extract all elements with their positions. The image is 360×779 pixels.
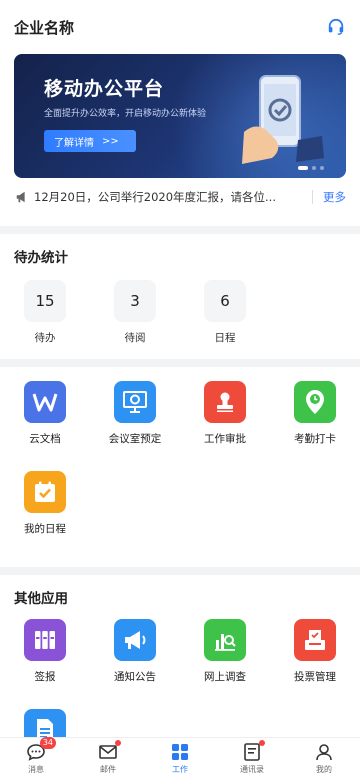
chat-bubble-icon: 34 bbox=[26, 737, 56, 762]
contacts-book-icon bbox=[242, 740, 265, 762]
app-label: 我的日程 bbox=[24, 523, 66, 535]
app-label: 工作审批 bbox=[204, 433, 246, 445]
user-icon bbox=[314, 742, 334, 762]
mail-unread-dot bbox=[115, 740, 121, 746]
app-label: 会议室预定 bbox=[108, 433, 162, 445]
location-clock-icon bbox=[294, 381, 336, 423]
megaphone-icon bbox=[14, 189, 30, 205]
pending-stats: 15 待办 3 待阅 6 日程 bbox=[0, 270, 360, 359]
top-section: 企业名称 移动办公平台 全面提升办公效率，开启移动办公新体验 了解详情 >> 1… bbox=[0, 0, 360, 226]
app-label: 签报 bbox=[34, 671, 56, 683]
tab-work[interactable]: 工作 bbox=[144, 738, 216, 779]
page-title: 企业名称 bbox=[14, 18, 75, 37]
mail-icon bbox=[98, 740, 121, 762]
work-page: 企业名称 移动办公平台 全面提升办公效率，开启移动办公新体验 了解详情 >> 1… bbox=[0, 0, 360, 779]
app-approval[interactable]: 工作审批 bbox=[180, 381, 270, 471]
ballot-box-icon bbox=[294, 619, 336, 661]
survey-icon bbox=[204, 619, 246, 661]
app-survey[interactable]: 网上调查 bbox=[180, 619, 270, 709]
page-dot[interactable] bbox=[312, 166, 316, 170]
app-label: 云文档 bbox=[29, 433, 61, 445]
banner-title: 移动办公平台 bbox=[44, 78, 165, 100]
app-label: 考勤打卡 bbox=[294, 433, 336, 445]
megaphone-icon bbox=[114, 619, 156, 661]
banner-subtitle: 全面提升办公效率，开启移动办公新体验 bbox=[44, 109, 207, 119]
learn-more-button[interactable]: 了解详情 >> bbox=[44, 130, 136, 152]
app-attendance[interactable]: 考勤打卡 bbox=[270, 381, 360, 471]
app-my-schedule[interactable]: 我的日程 bbox=[0, 471, 90, 561]
tab-label: 通讯录 bbox=[240, 765, 264, 774]
notice-bar[interactable]: 12月20日，公司举行2020年度汇报，请各位... 更多 bbox=[14, 180, 346, 214]
wps-doc-icon bbox=[24, 381, 66, 423]
message-badge: 34 bbox=[39, 737, 56, 749]
app-label: 投票管理 bbox=[294, 671, 336, 683]
app-cloud-doc[interactable]: 云文档 bbox=[0, 381, 90, 471]
app-label: 网上调查 bbox=[204, 671, 246, 683]
stat-todo-label: 待办 bbox=[34, 332, 56, 344]
page-dot-active[interactable] bbox=[298, 166, 308, 170]
tab-messages[interactable]: 34 消息 bbox=[0, 737, 72, 779]
tab-contacts[interactable]: 通讯录 bbox=[216, 738, 288, 779]
banner-pagination bbox=[298, 166, 324, 170]
page-dot[interactable] bbox=[320, 166, 324, 170]
notice-divider bbox=[312, 190, 313, 204]
approval-stamp-icon bbox=[204, 381, 246, 423]
pending-title: 待办统计 bbox=[14, 250, 68, 266]
tab-label: 我的 bbox=[316, 765, 332, 774]
bottom-tab-bar: 34 消息 邮件 工作 通讯录 我的 bbox=[0, 737, 360, 779]
stat-to-read[interactable]: 3 待阅 bbox=[90, 280, 180, 345]
app-voting[interactable]: 投票管理 bbox=[270, 619, 360, 709]
calendar-icon bbox=[24, 471, 66, 513]
promo-banner[interactable]: 移动办公平台 全面提升办公效率，开启移动办公新体验 了解详情 >> bbox=[14, 54, 346, 178]
notice-text[interactable]: 12月20日，公司举行2020年度汇报，请各位... bbox=[34, 189, 302, 205]
stat-schedule-value: 6 bbox=[204, 280, 246, 322]
stat-to-read-label: 待阅 bbox=[124, 332, 146, 344]
work-apps-grid: 云文档 会议室预定 工作审批 考勤打卡 我的日程 bbox=[0, 367, 360, 567]
tab-mail[interactable]: 邮件 bbox=[72, 738, 144, 779]
stat-schedule[interactable]: 6 日程 bbox=[180, 280, 270, 345]
headset-icon[interactable] bbox=[326, 17, 346, 37]
tab-label: 工作 bbox=[172, 765, 188, 774]
contacts-unread-dot bbox=[259, 740, 265, 746]
tab-me[interactable]: 我的 bbox=[288, 738, 360, 779]
learn-more-arrow: >> bbox=[102, 135, 119, 147]
header: 企业名称 bbox=[14, 0, 346, 54]
binders-icon bbox=[24, 619, 66, 661]
pending-stats-card: 待办统计 15 待办 3 待阅 6 日程 bbox=[0, 234, 360, 359]
stat-todo[interactable]: 15 待办 bbox=[0, 280, 90, 345]
stat-to-read-value: 3 bbox=[114, 280, 156, 322]
notice-more-link[interactable]: 更多 bbox=[323, 189, 346, 205]
grid-icon bbox=[170, 742, 190, 762]
stat-todo-value: 15 bbox=[24, 280, 66, 322]
app-label: 通知公告 bbox=[114, 671, 156, 683]
learn-more-label: 了解详情 bbox=[54, 137, 94, 149]
phone-hand-illustration bbox=[242, 75, 324, 164]
app-sign-report[interactable]: 签报 bbox=[0, 619, 90, 709]
app-meeting-room[interactable]: 会议室预定 bbox=[90, 381, 180, 471]
tab-label: 邮件 bbox=[100, 765, 116, 774]
other-apps-title: 其他应用 bbox=[14, 591, 68, 607]
work-apps-card: 云文档 会议室预定 工作审批 考勤打卡 我的日程 bbox=[0, 367, 360, 567]
tab-label: 消息 bbox=[28, 765, 44, 774]
app-announcement[interactable]: 通知公告 bbox=[90, 619, 180, 709]
meeting-room-icon bbox=[114, 381, 156, 423]
stat-schedule-label: 日程 bbox=[214, 332, 236, 344]
